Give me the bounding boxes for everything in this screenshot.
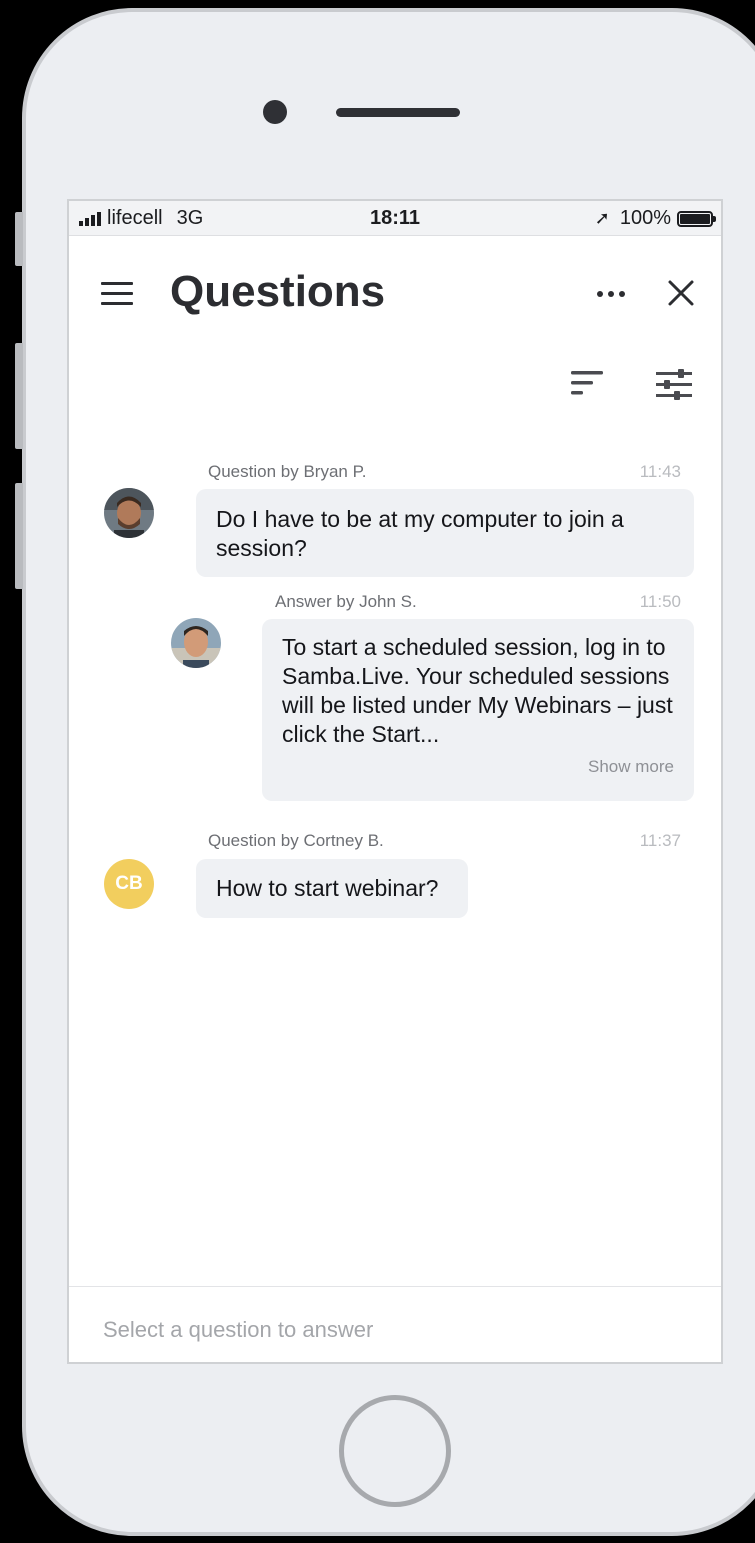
question-text: How to start webinar?	[216, 875, 439, 901]
app-header: Questions	[69, 235, 721, 345]
question-author: Question by Bryan P.	[208, 462, 367, 481]
answer-text: To start a scheduled session, log in to …	[282, 634, 673, 747]
sort-icon[interactable]	[571, 369, 605, 399]
show-more-link[interactable]: Show more	[588, 752, 674, 781]
more-dots-icon[interactable]	[597, 291, 625, 297]
location-arrow-icon: ➚	[594, 208, 610, 228]
earpiece-speaker	[336, 108, 460, 117]
question-time: 11:37	[639, 831, 681, 850]
volume-up-button	[15, 343, 23, 449]
mute-switch	[15, 212, 23, 266]
hamburger-menu-icon[interactable]	[101, 282, 133, 306]
battery-icon	[677, 210, 716, 227]
question-author: Question by Cortney B.	[208, 831, 384, 850]
filter-sliders-icon[interactable]	[656, 369, 694, 401]
home-button[interactable]	[339, 1395, 451, 1507]
question-time: 11:43	[639, 462, 681, 481]
answer-input-bar[interactable]: Select a question to answer	[69, 1286, 721, 1362]
avatar-bryan	[104, 488, 154, 538]
battery-percent: 100%	[619, 207, 671, 229]
answer-input-placeholder[interactable]: Select a question to answer	[103, 1317, 373, 1343]
answer-time: 11:50	[639, 592, 681, 611]
page-title: Questions	[170, 267, 386, 316]
question-bubble[interactable]: How to start webinar?	[196, 859, 468, 918]
avatar-initials: CB	[104, 859, 154, 909]
status-bar: lifecell 3G 18:11 ➚ 100%	[69, 201, 721, 236]
answer-bubble[interactable]: To start a scheduled session, log in to …	[262, 619, 694, 801]
volume-down-button	[15, 483, 23, 589]
app-screen: lifecell 3G 18:11 ➚ 100% Questions Quest…	[67, 199, 723, 1364]
question-text: Do I have to be at my computer to join a…	[216, 506, 624, 561]
avatar-john	[171, 618, 221, 668]
front-camera	[263, 100, 287, 124]
status-right: ➚ 100%	[594, 207, 716, 230]
question-bubble[interactable]: Do I have to be at my computer to join a…	[196, 489, 694, 577]
answer-author: Answer by John S.	[275, 592, 417, 611]
close-icon[interactable]	[666, 275, 696, 311]
